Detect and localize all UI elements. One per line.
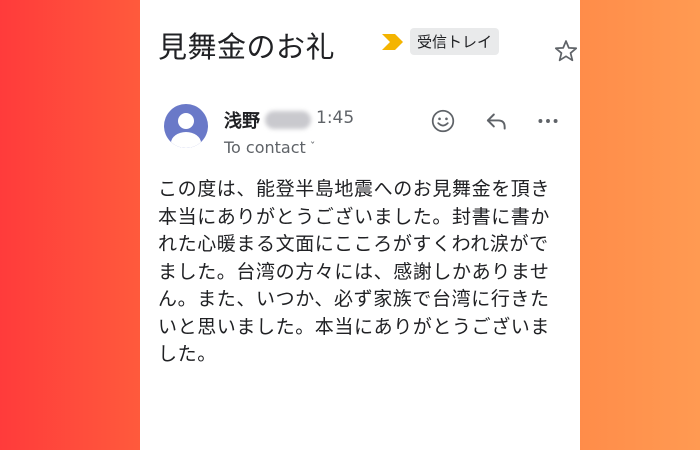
email-subject: 見舞金のお礼	[158, 30, 336, 64]
recipient-details-toggle[interactable]: To contact ˇ	[224, 138, 315, 157]
sent-time: 1:45	[316, 108, 355, 128]
sender-name[interactable]: 浅野	[224, 107, 260, 133]
chevron-down-icon: ˇ	[309, 140, 316, 153]
recipient-label: To contact	[224, 138, 306, 157]
redacted-name-blur	[265, 111, 311, 129]
star-icon[interactable]	[553, 38, 579, 64]
reply-icon[interactable]	[483, 108, 509, 134]
person-icon	[171, 113, 201, 148]
emoji-icon[interactable]	[430, 108, 456, 134]
email-body: この度は、能登半島地震へのお見舞金を頂き本当にありがとうございました。封書に書か…	[158, 178, 551, 365]
inbox-label[interactable]: 受信トレイ	[410, 28, 500, 55]
sender-avatar[interactable]	[164, 104, 208, 148]
subject-row: 見舞金のお礼 受信トレイ	[158, 24, 578, 68]
more-icon[interactable]	[535, 108, 561, 134]
email-view: 見舞金のお礼 受信トレイ 浅野 1:45 To contact ˇ この度は、能…	[140, 0, 580, 450]
